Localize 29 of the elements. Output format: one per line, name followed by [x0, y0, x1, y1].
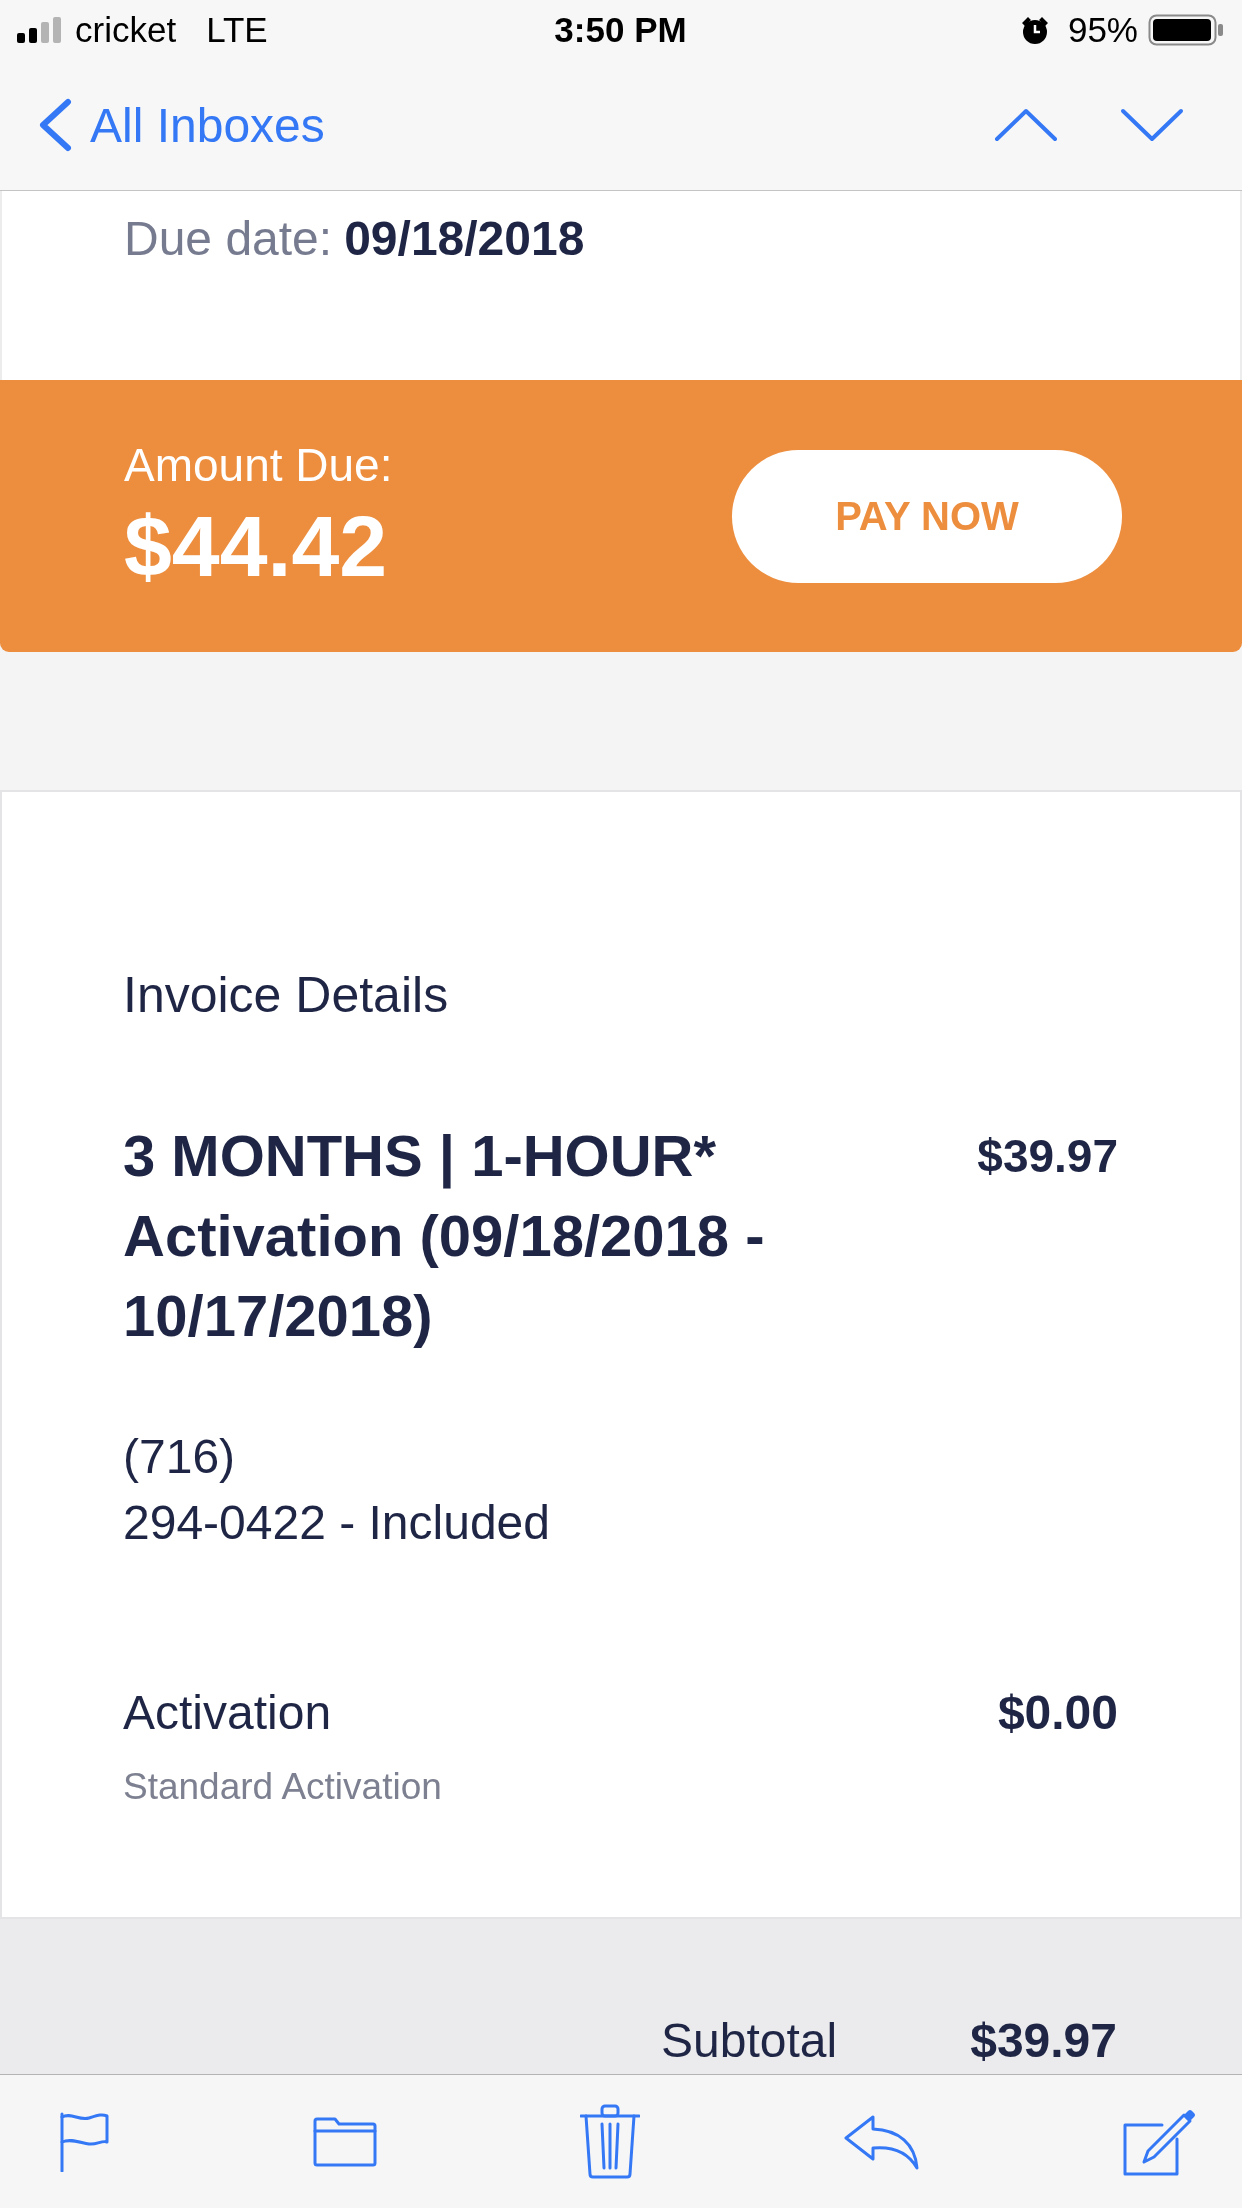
carrier-name: cricket [75, 10, 177, 50]
plan-name: 3 MONTHS | 1-HOUR* Activation (09/18/2018 - 10/17/2018) [123, 1122, 766, 1350]
pay-now-button[interactable]: PAY NOW [732, 449, 1122, 583]
fee-price: $0.00 [997, 1685, 1118, 1741]
clock-time: 3:50 PM [554, 10, 687, 49]
amount-due-value: $44.42 [124, 498, 388, 594]
trash-icon[interactable] [580, 2104, 640, 2179]
amount-due-label: Amount Due: [124, 438, 393, 492]
folder-icon[interactable] [313, 2116, 377, 2167]
chevron-up-icon[interactable] [994, 108, 1058, 142]
due-date-label: Due date: [124, 212, 333, 265]
chevron-down-icon[interactable] [1120, 108, 1184, 142]
signal-icon [17, 17, 61, 43]
section-title: Invoice Details [123, 966, 450, 1024]
due-date-value: 09/18/2018 [344, 212, 585, 265]
back-button[interactable]: All Inboxes [38, 97, 325, 153]
network-type: LTE [206, 10, 268, 50]
summary-value: $39.97 [970, 2013, 1117, 2069]
summary-label: Subtotal [661, 2013, 838, 2069]
phone-line-detail: 294-0422 - Included [123, 1495, 550, 1551]
plan-price: $39.97 [977, 1129, 1118, 1184]
phone-line-detail: (716) [123, 1429, 236, 1485]
chevron-left-icon [38, 98, 72, 152]
battery-percent: 95% [1067, 10, 1138, 50]
fee-name: Activation [123, 1685, 332, 1741]
flag-icon[interactable] [59, 2111, 110, 2172]
reply-arrow-icon[interactable] [843, 2113, 919, 2170]
battery-icon [1148, 14, 1224, 46]
fee-description: Standard Activation [123, 1765, 442, 1809]
